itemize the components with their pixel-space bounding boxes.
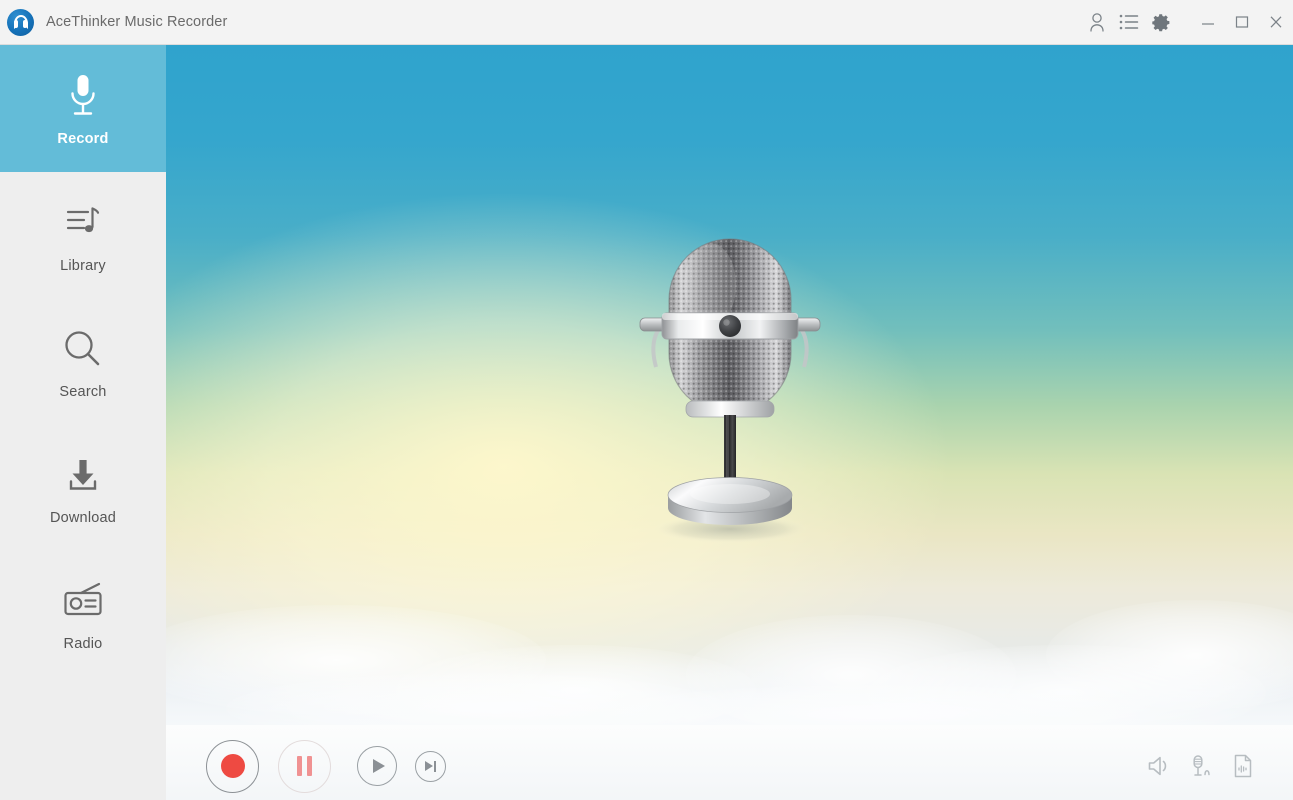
titlebar-actions [1081, 0, 1293, 45]
sidebar-item-label: Search [59, 383, 107, 400]
pause-button[interactable] [278, 739, 331, 793]
music-list-icon [63, 197, 103, 249]
sidebar: Record Library Search Download Radio [0, 45, 166, 800]
maximize-button[interactable] [1225, 0, 1259, 45]
record-button[interactable] [206, 739, 259, 793]
app-title: AceThinker Music Recorder [46, 14, 228, 30]
headphone-logo-icon [7, 8, 34, 36]
sidebar-item-library[interactable]: Library [0, 172, 166, 298]
transport-bar [166, 725, 1293, 800]
sidebar-item-label: Library [60, 257, 106, 274]
title-bar: AceThinker Music Recorder [0, 0, 1293, 45]
sidebar-item-search[interactable]: Search [0, 298, 166, 424]
studio-microphone-illustration [610, 225, 850, 565]
pause-icon [297, 756, 312, 776]
gear-icon[interactable] [1145, 0, 1177, 45]
sidebar-item-label: Record [57, 131, 109, 147]
sidebar-item-radio[interactable]: Radio [0, 550, 166, 676]
record-dot-icon [220, 754, 245, 778]
list-icon[interactable] [1113, 0, 1145, 45]
sidebar-item-download[interactable]: Download [0, 424, 166, 550]
system-sound-icon[interactable] [1139, 746, 1179, 786]
microphone-input-icon[interactable] [1181, 746, 1221, 786]
titlebar-divider [1177, 22, 1191, 23]
sidebar-item-label: Download [49, 509, 117, 526]
radio-icon [61, 575, 105, 627]
play-button[interactable] [357, 746, 397, 786]
next-icon [424, 760, 437, 772]
search-icon [62, 323, 104, 375]
microphone-icon [66, 70, 100, 122]
play-icon [372, 759, 385, 773]
download-icon [63, 449, 103, 501]
minimize-button[interactable] [1191, 0, 1225, 45]
main-content: Schedule Task [166, 45, 1293, 800]
audio-format-icon[interactable] [1223, 746, 1263, 786]
account-icon[interactable] [1081, 0, 1113, 45]
app-window: AceThinker Music Recorder Record Library… [0, 0, 1293, 800]
sidebar-item-label: Radio [63, 635, 103, 652]
next-button[interactable] [415, 750, 446, 782]
sidebar-item-record[interactable]: Record [0, 45, 166, 172]
close-button[interactable] [1259, 0, 1293, 45]
